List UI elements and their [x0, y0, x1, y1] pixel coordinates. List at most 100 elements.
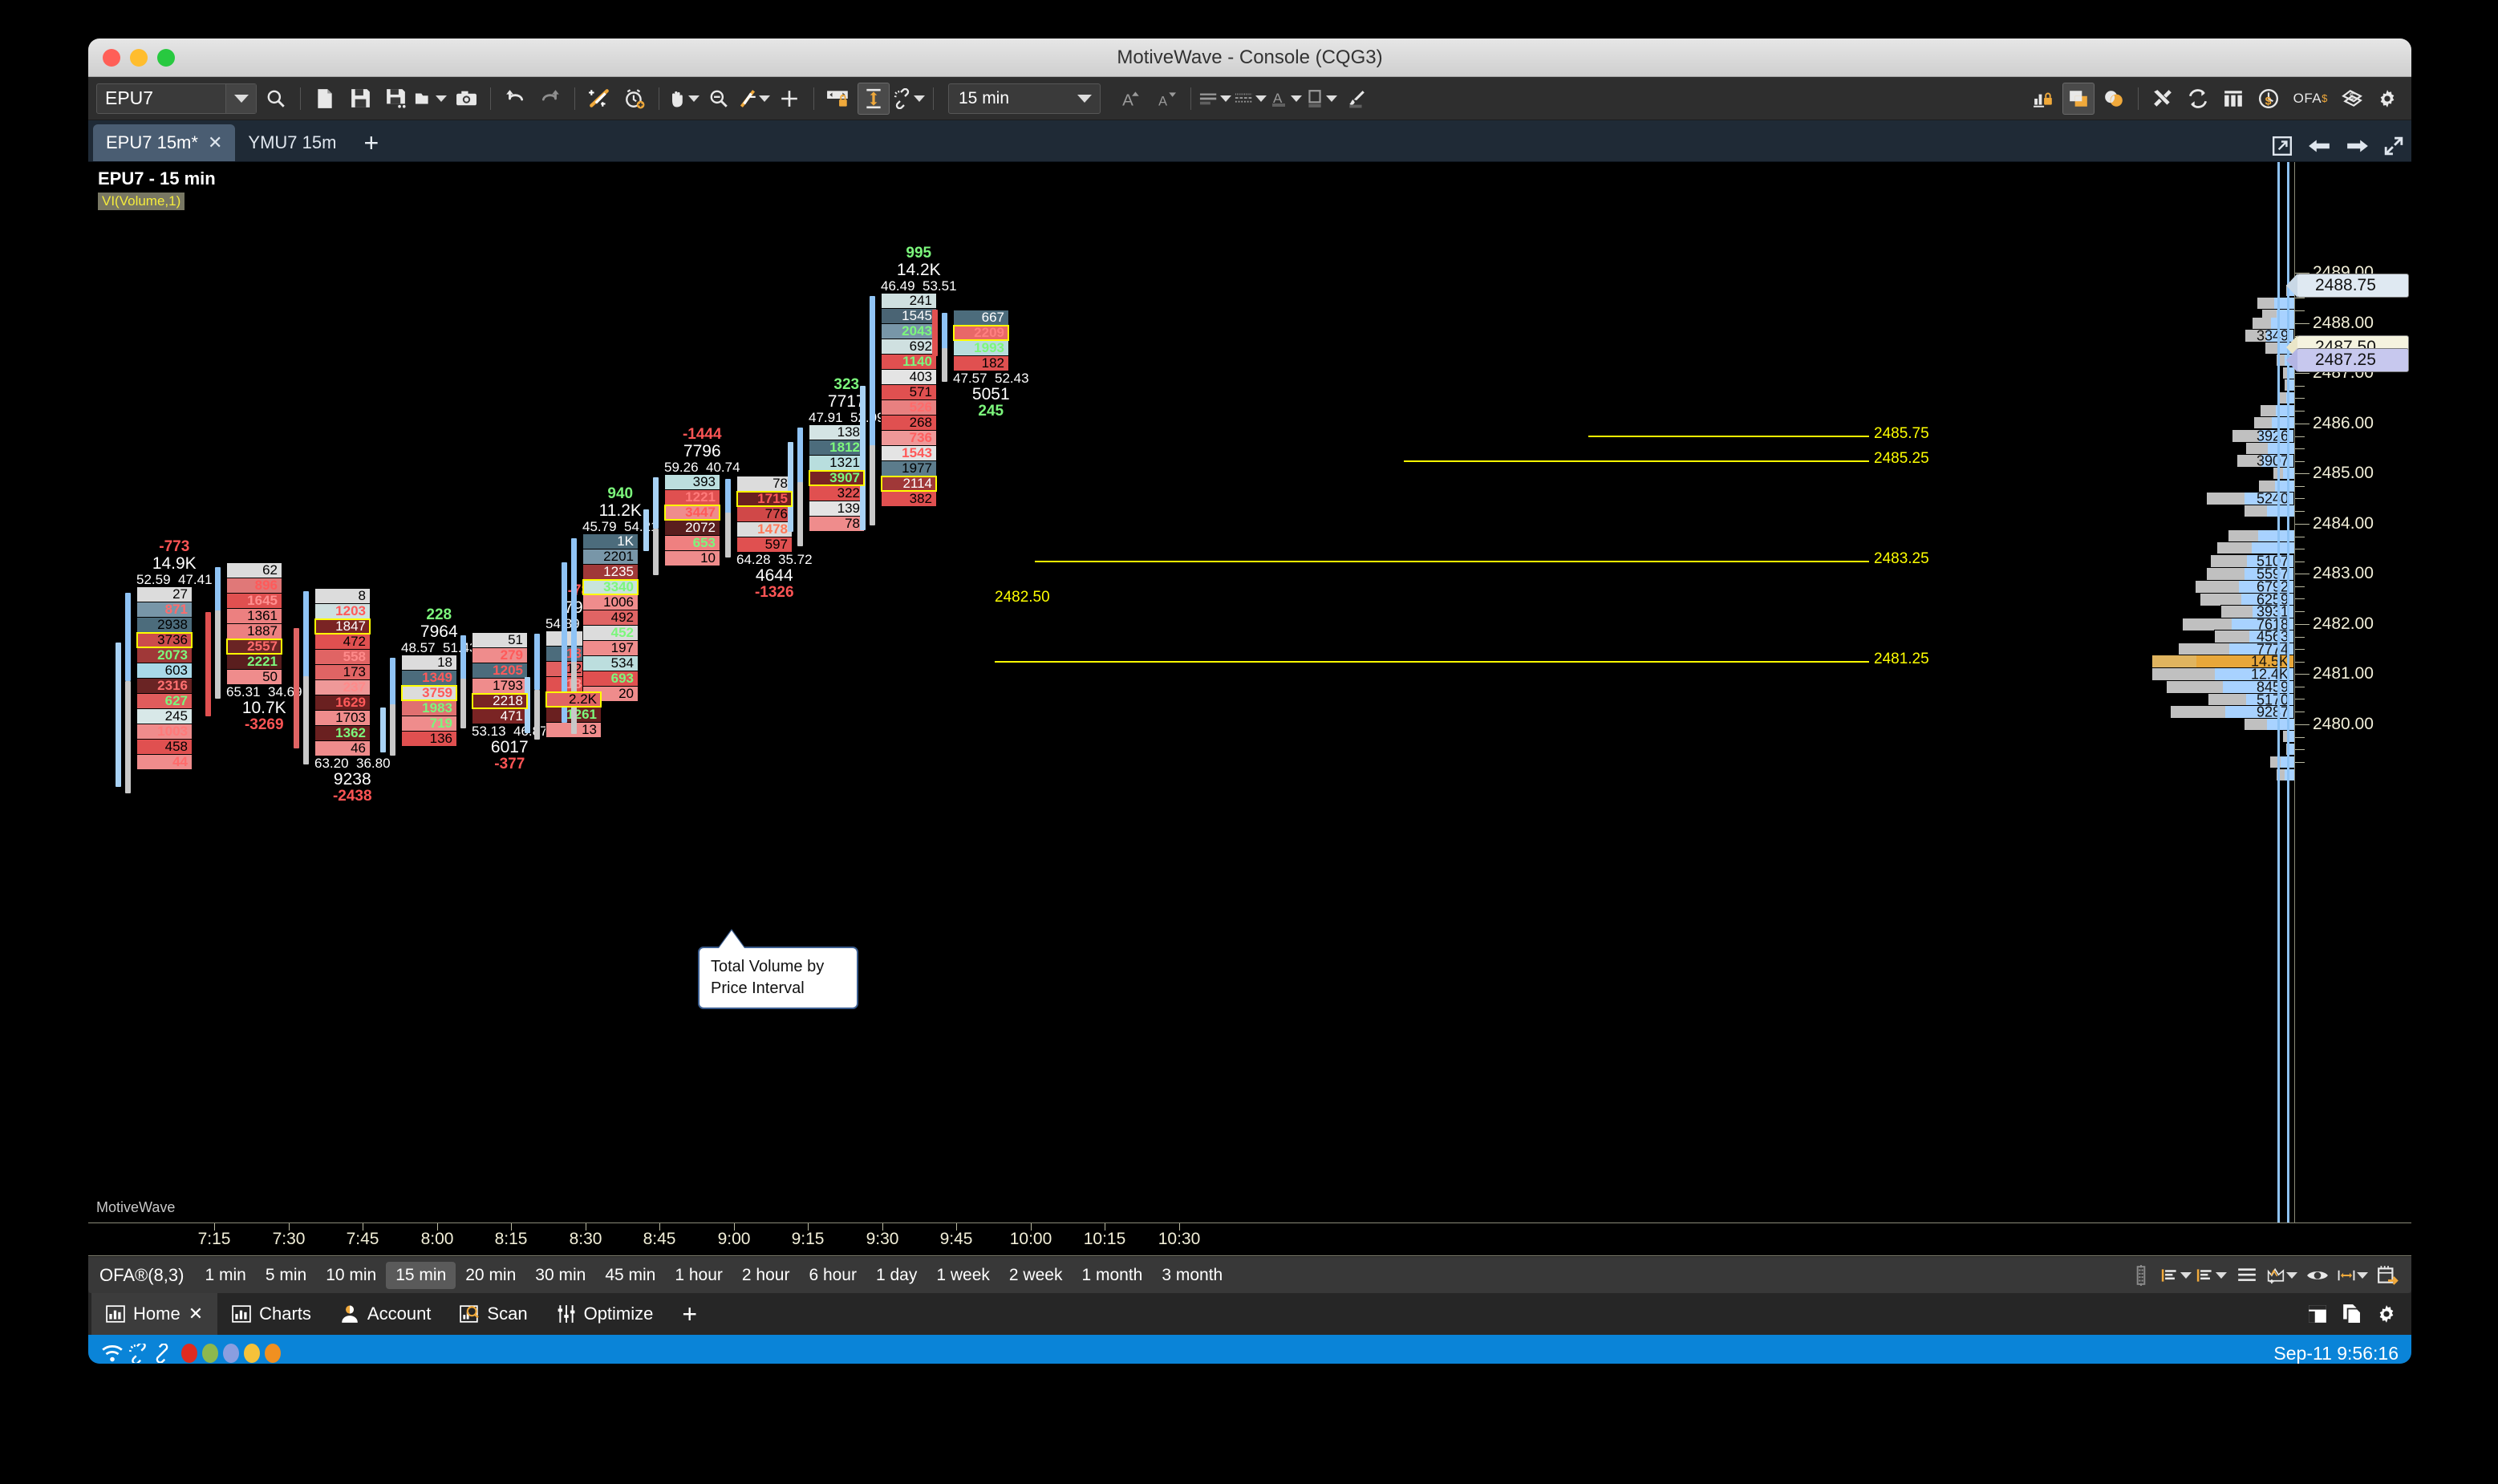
footprint-cell[interactable]: 1629 [314, 695, 371, 711]
time-axis[interactable]: 7:15 7:30 7:45 8:00 8:15 8:30 8:45 9:00 9:15 9:30… [88, 1222, 2411, 1256]
timeframe-option-1-week[interactable]: 1 week [927, 1262, 1000, 1289]
footprint-cell[interactable]: 472 [314, 634, 371, 650]
footprint-cell[interactable]: 237 [314, 679, 371, 695]
footprint-cell[interactable]: 1977 [881, 460, 937, 477]
timeframe-option-1-hour[interactable]: 1 hour [665, 1262, 732, 1289]
save-icon[interactable] [344, 83, 376, 115]
footprint-cell[interactable]: 3340 [582, 579, 639, 596]
detach-icon[interactable] [2272, 136, 2293, 156]
save-as-icon[interactable] [379, 83, 412, 115]
eye-icon[interactable] [2302, 1261, 2333, 1290]
calendar-forward-icon[interactable] [2373, 1261, 2403, 1290]
footprint-cell[interactable]: 1205 [472, 663, 528, 679]
footprint-cell[interactable]: 471 [472, 708, 528, 724]
timeframe-option-1-day[interactable]: 1 day [866, 1262, 927, 1289]
fit-width-icon[interactable] [2338, 1261, 2368, 1290]
ofa-study-label[interactable]: OFA®(8,3) [93, 1265, 195, 1286]
footprint-cell[interactable]: 2316 [136, 678, 193, 695]
timeframe-option-1-month[interactable]: 1 month [1072, 1262, 1152, 1289]
theme-icon[interactable] [2098, 83, 2130, 115]
rows-icon[interactable] [2232, 1261, 2262, 1290]
footprint-cell[interactable]: 27 [136, 586, 193, 603]
footprint-cell[interactable]: 534 [582, 655, 639, 672]
chart-study-label[interactable]: VI(Volume,1) [98, 193, 185, 210]
footprint-cell[interactable]: 1003 [136, 724, 193, 740]
text-color-icon[interactable]: A [1270, 83, 1302, 115]
symbol-selector[interactable]: EPU7 [96, 83, 257, 114]
time-price-icon[interactable]: $ [2253, 83, 2285, 115]
footprint-cell[interactable]: 2073 [136, 647, 193, 664]
footprint-cell[interactable]: 2.2K [545, 691, 602, 708]
footprint-cell[interactable]: 558 [314, 649, 371, 665]
footprint-cell[interactable]: 1221 [664, 489, 720, 506]
footprint-cell[interactable]: 8 [314, 588, 371, 604]
footprint-cell[interactable]: 78 [736, 476, 793, 492]
footprint-cell[interactable]: 1703 [314, 710, 371, 726]
footprint-cell[interactable]: 692 [881, 339, 937, 355]
footprint-cell[interactable]: 139 [809, 501, 865, 517]
study-wand-icon[interactable] [583, 83, 615, 115]
footprint-cell[interactable]: 719 [401, 716, 457, 732]
collapse-icon[interactable] [2384, 136, 2403, 156]
timeframe-option-1-min[interactable]: 1 min [195, 1262, 255, 1289]
broken-link-icon[interactable] [128, 1344, 149, 1363]
footprint-cell[interactable]: 138 [809, 424, 865, 441]
footprint-cell[interactable]: 2221 [226, 654, 282, 670]
plus-icon[interactable] [773, 83, 805, 115]
nav-tab-account[interactable]: Account [326, 1293, 446, 1335]
timeframe-option-6-hour[interactable]: 6 hour [799, 1262, 866, 1289]
tools-icon[interactable] [2147, 83, 2179, 115]
footprint-cell[interactable]: 2557 [226, 639, 282, 655]
price-axis-badge[interactable]: 2487.25 [2297, 348, 2409, 372]
footprint-cell[interactable]: 667 [953, 310, 1009, 326]
layout-icon[interactable] [2307, 1304, 2328, 1324]
footprint-cell[interactable]: 1235 [582, 564, 639, 581]
footprint-cell[interactable]: 46 [314, 740, 371, 756]
settings-gear-icon[interactable] [2376, 1304, 2397, 1324]
timeframe-option-5-min[interactable]: 5 min [256, 1262, 316, 1289]
timeframe-option-45-min[interactable]: 45 min [595, 1262, 665, 1289]
search-icon[interactable] [260, 83, 292, 115]
price-axis-badge[interactable]: 2488.75 [2297, 274, 2409, 298]
zoom-out-icon[interactable] [703, 83, 735, 115]
back-arrow-icon[interactable] [2307, 137, 2331, 155]
timeframe-option-30-min[interactable]: 30 min [525, 1262, 595, 1289]
camera-icon[interactable] [450, 83, 482, 115]
fill-color-icon[interactable] [1305, 83, 1337, 115]
footprint-cell[interactable]: 1545 [881, 308, 937, 325]
footprint-cell[interactable]: 1362 [314, 725, 371, 741]
footprint-cell[interactable]: 1321 [809, 455, 865, 472]
footprint-bar[interactable]: 667 2209 1993 182 47.57 52.43 5051 245 [932, 310, 1029, 420]
candle-settings-icon[interactable] [2126, 1261, 2156, 1290]
footprint-cell[interactable]: 2072 [664, 520, 720, 537]
nav-tab-home[interactable]: Home ✕ [91, 1293, 218, 1335]
hand-pan-icon[interactable] [667, 83, 700, 115]
footprint-cell[interactable]: 382 [881, 491, 937, 508]
footprint-cell[interactable]: 241 [881, 293, 937, 310]
footprint-cell[interactable]: 1006 [582, 594, 639, 611]
brush-icon[interactable] [1340, 83, 1373, 115]
nav-tab-charts[interactable]: Charts [217, 1293, 326, 1335]
footprint-cell[interactable]: 1983 [401, 700, 457, 717]
footprint-cell[interactable]: 597 [736, 537, 793, 553]
footprint-cell[interactable]: 173 [314, 664, 371, 680]
footprint-cell[interactable]: 1793 [472, 678, 528, 694]
footprint-bar[interactable]: 8 1203 1847 472 558 173 237 1629 1703 1362 46 63.20… [294, 588, 391, 805]
footprint-cell[interactable]: 452 [582, 625, 639, 642]
symbol-dropdown-button[interactable] [225, 83, 256, 113]
footprint-cell[interactable]: 458 [136, 739, 193, 756]
footprint-cell[interactable]: 2201 [582, 549, 639, 566]
footprint-cell[interactable]: 197 [582, 640, 639, 657]
footprint-cell[interactable]: 492 [582, 610, 639, 626]
footprint-cell[interactable]: 403 [881, 369, 937, 386]
timeframe-option-3-month[interactable]: 3 month [1152, 1262, 1232, 1289]
nav-tab-optimize[interactable]: Optimize [542, 1293, 668, 1335]
align-left-icon[interactable] [2161, 1261, 2192, 1290]
footprint-cell[interactable]: 44 [136, 754, 193, 771]
footprint-cell[interactable]: 603 [136, 663, 193, 679]
chart-tab-epu7[interactable]: EPU7 15m* ✕ [93, 124, 236, 161]
footprint-cell[interactable]: 1645 [226, 593, 282, 609]
line-style-icon[interactable] [1199, 83, 1231, 115]
footprint-cell[interactable]: 776 [736, 506, 793, 522]
footprint-bar[interactable]: 62 896 1645 1361 1887 2557 2221 50 65.31 34.69 10… [205, 562, 302, 733]
